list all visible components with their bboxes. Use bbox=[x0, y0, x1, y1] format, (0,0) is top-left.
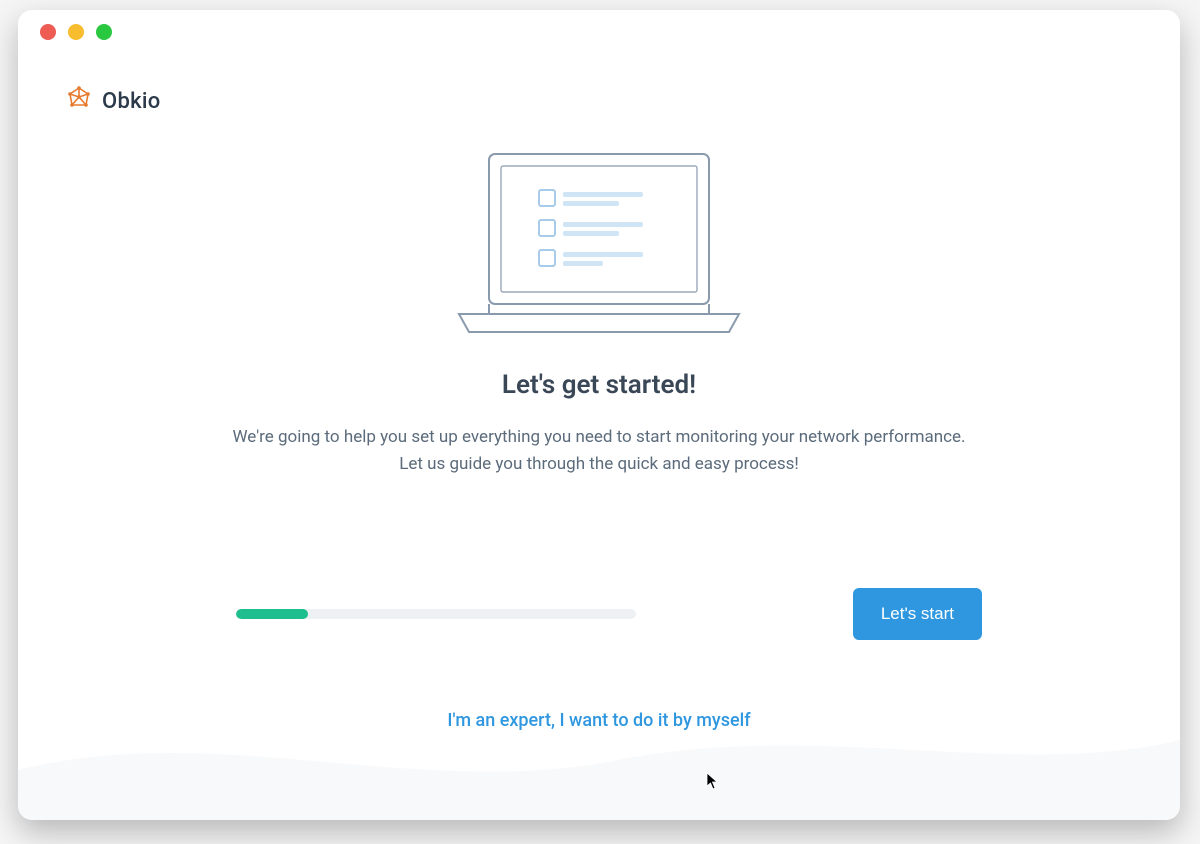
progress-row: Let's start bbox=[66, 588, 1132, 640]
lets-start-button[interactable]: Let's start bbox=[853, 588, 982, 640]
window-close-icon[interactable] bbox=[40, 24, 56, 40]
onboarding-hero: Let's get started! We're going to help y… bbox=[66, 144, 1132, 478]
brand-name: Obkio bbox=[102, 89, 161, 114]
progress-bar bbox=[236, 609, 636, 619]
onboarding-subtext: We're going to help you set up everythin… bbox=[229, 424, 969, 478]
brand: Obkio bbox=[66, 86, 1132, 116]
brand-logo-icon bbox=[66, 86, 92, 116]
progress-bar-fill bbox=[236, 609, 308, 619]
browser-window: Obkio bbox=[18, 10, 1180, 820]
window-minimize-icon[interactable] bbox=[68, 24, 84, 40]
expert-skip-link[interactable]: I'm an expert, I want to do it by myself bbox=[66, 710, 1132, 731]
laptop-illustration-icon bbox=[429, 144, 769, 348]
app-content: Obkio bbox=[18, 54, 1180, 820]
cursor-icon bbox=[706, 772, 718, 790]
window-titlebar bbox=[18, 10, 1180, 54]
window-maximize-icon[interactable] bbox=[96, 24, 112, 40]
onboarding-heading: Let's get started! bbox=[502, 370, 696, 400]
